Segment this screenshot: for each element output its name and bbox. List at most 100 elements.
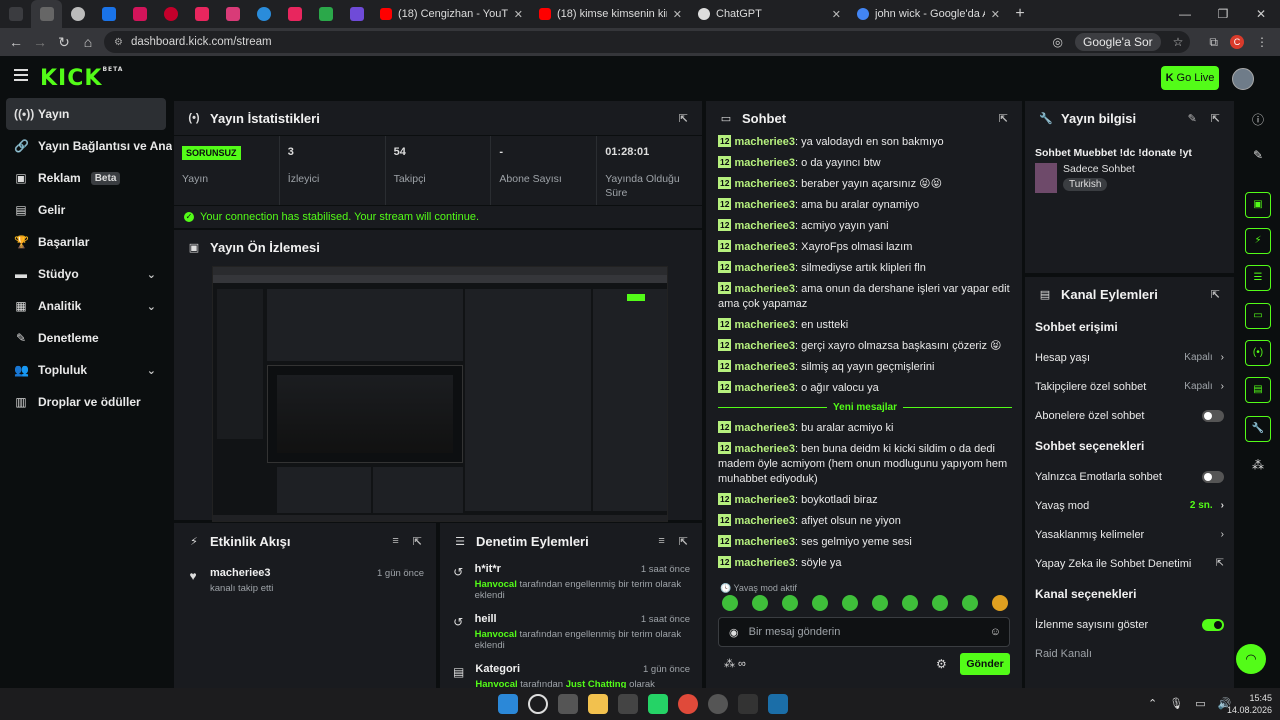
- chat-username[interactable]: macheriee3: [734, 515, 795, 527]
- user-avatar[interactable]: [1232, 68, 1254, 90]
- ai-moderation-row[interactable]: Yapay Zeka ile Sohbet Denetimi ⇱: [1025, 549, 1234, 578]
- close-icon[interactable]: ✕: [673, 8, 682, 21]
- sidebar-item-stream-key[interactable]: 🔗Yayın Bağlantısı ve Anahtar: [0, 130, 172, 162]
- sidebar-item-analitik[interactable]: ▦ Analitik ⌄: [0, 290, 172, 322]
- stream-preview[interactable]: [212, 266, 668, 522]
- emote-only-toggle[interactable]: [1202, 470, 1224, 483]
- sidebar-item-denetleme[interactable]: ✎ Denetleme: [0, 322, 172, 354]
- menu-dots-icon[interactable]: ⋮: [1256, 35, 1268, 49]
- tab-google[interactable]: john wick - Google'da Ara ✕: [849, 0, 1008, 28]
- sidebar-item-topluluk[interactable]: 👥 Topluluk ⌄: [0, 354, 172, 386]
- emote-icon[interactable]: [932, 595, 948, 611]
- emote-icon[interactable]: [842, 595, 858, 611]
- pinned-tab[interactable]: [155, 0, 186, 28]
- raid-row[interactable]: Raid Kanalı: [1025, 639, 1234, 668]
- minimize-icon[interactable]: —: [1166, 0, 1204, 28]
- task-view-icon[interactable]: [558, 694, 578, 714]
- sidebar-item-droplar[interactable]: ▥ Droplar ve ödüller: [0, 386, 172, 418]
- pinned-tab[interactable]: [93, 0, 124, 28]
- pinned-tab[interactable]: [248, 0, 279, 28]
- pinned-tab[interactable]: [31, 0, 62, 28]
- windows-start-icon[interactable]: [498, 694, 518, 714]
- restore-icon[interactable]: ❐: [1204, 0, 1242, 28]
- emote-icon[interactable]: [992, 595, 1008, 611]
- close-window-icon[interactable]: ✕: [1242, 0, 1280, 28]
- sidebar-item-studyo[interactable]: ▬ Stüdyo ⌄: [0, 258, 172, 290]
- chrome-icon[interactable]: [678, 694, 698, 714]
- filter-icon[interactable]: ≡: [392, 535, 398, 548]
- chat-input[interactable]: ◉ Bir mesaj gönderin ☺: [718, 617, 1010, 647]
- popout-icon[interactable]: ⇱: [999, 112, 1008, 125]
- pinned-tab[interactable]: [217, 0, 248, 28]
- rail-list-button[interactable]: ☰: [1245, 265, 1271, 291]
- hamburger-menu-icon[interactable]: [14, 69, 28, 84]
- search-icon[interactable]: [528, 694, 548, 714]
- pinned-tab[interactable]: [124, 0, 155, 28]
- chat-username[interactable]: macheriee3: [734, 136, 795, 148]
- popout-icon[interactable]: ⇱: [679, 112, 688, 125]
- sidebar-item-reklam[interactable]: ▣ Reklam Beta: [0, 162, 172, 194]
- tab-menu-icon[interactable]: [0, 0, 31, 28]
- rail-stats-button[interactable]: ▣: [1245, 192, 1271, 218]
- profile-avatar[interactable]: C: [1230, 35, 1244, 49]
- rail-activity-button[interactable]: ⚡: [1245, 228, 1271, 254]
- site-info-icon[interactable]: ⚙: [114, 37, 123, 48]
- back-icon[interactable]: ←: [4, 34, 28, 50]
- sidebar-item-yayin[interactable]: ((•)) Yayın: [6, 98, 166, 130]
- chat-username[interactable]: macheriee3: [734, 443, 795, 455]
- chat-username[interactable]: macheriee3: [734, 241, 795, 253]
- close-icon[interactable]: ✕: [514, 8, 523, 21]
- extensions-icon[interactable]: ⧉: [1209, 35, 1218, 50]
- microphone-icon[interactable]: 🎙: [1169, 697, 1183, 710]
- new-tab-button[interactable]: +: [1008, 5, 1032, 23]
- chat-username[interactable]: macheriee3: [734, 178, 795, 190]
- eye-off-icon[interactable]: ◎: [1053, 35, 1063, 49]
- pinned-tab[interactable]: [310, 0, 341, 28]
- rail-chat-button[interactable]: ▭: [1245, 303, 1271, 329]
- forward-icon[interactable]: →: [28, 34, 52, 50]
- pinned-tab[interactable]: [279, 0, 310, 28]
- rail-broadcast-button[interactable]: (•): [1245, 340, 1271, 366]
- store-icon[interactable]: [618, 694, 638, 714]
- whatsapp-icon[interactable]: [648, 694, 668, 714]
- tab-youtube-2[interactable]: (18) kimse kimsenin kimsesi de ✕: [531, 0, 690, 28]
- chat-username[interactable]: macheriee3: [734, 157, 795, 169]
- sidebar-item-basarilar[interactable]: 🏆 Başarılar: [0, 226, 172, 258]
- emote-icon[interactable]: [722, 595, 738, 611]
- emote-icon[interactable]: [962, 595, 978, 611]
- chat-username[interactable]: macheriee3: [734, 557, 795, 569]
- popout-icon[interactable]: ⇱: [413, 535, 422, 548]
- url-field[interactable]: ⚙ dashboard.kick.com/stream: [104, 31, 1190, 53]
- emote-icon[interactable]: [902, 595, 918, 611]
- info-icon[interactable]: ⓘ: [1250, 111, 1266, 128]
- chat-username[interactable]: macheriee3: [734, 382, 795, 394]
- emote-icon[interactable]: [752, 595, 768, 611]
- chat-username[interactable]: macheriee3: [734, 340, 795, 352]
- chat-username[interactable]: macheriee3: [734, 536, 795, 548]
- emote-icon[interactable]: [812, 595, 828, 611]
- rail-wrench-button[interactable]: 🔧: [1245, 416, 1271, 442]
- edit-icon[interactable]: ✎: [1188, 112, 1197, 125]
- chat-username[interactable]: macheriee3: [734, 283, 795, 295]
- pinned-tab[interactable]: [341, 0, 372, 28]
- chat-username[interactable]: macheriee3: [734, 361, 795, 373]
- display-icon[interactable]: ▭: [1195, 697, 1205, 710]
- popout-icon[interactable]: ⇱: [1211, 288, 1220, 301]
- followers-only-row[interactable]: Takipçilere özel sohbet Kapalı ›: [1025, 372, 1234, 401]
- slow-mode-row[interactable]: Yavaş mod 2 sn. ›: [1025, 491, 1234, 520]
- emote-icon[interactable]: [782, 595, 798, 611]
- sidebar-item-gelir[interactable]: ▤ Gelir: [0, 194, 172, 226]
- account-age-row[interactable]: Hesap yaşı Kapalı ›: [1025, 343, 1234, 372]
- chat-username[interactable]: macheriee3: [734, 319, 795, 331]
- chat-username[interactable]: macheriee3: [734, 262, 795, 274]
- file-explorer-icon[interactable]: [588, 694, 608, 714]
- steam-icon[interactable]: [768, 694, 788, 714]
- users-infinity-icon[interactable]: ⁂ ∞: [724, 657, 746, 670]
- close-icon[interactable]: ✕: [832, 8, 841, 21]
- bookmark-star-icon[interactable]: ☆: [1173, 35, 1184, 49]
- chat-username[interactable]: macheriee3: [734, 220, 795, 232]
- close-icon[interactable]: ✕: [991, 8, 1000, 21]
- chat-username[interactable]: macheriee3: [734, 199, 795, 211]
- tab-youtube[interactable]: (18) Cengizhan - YouTube ✕: [372, 0, 531, 28]
- send-button[interactable]: Gönder: [960, 653, 1010, 675]
